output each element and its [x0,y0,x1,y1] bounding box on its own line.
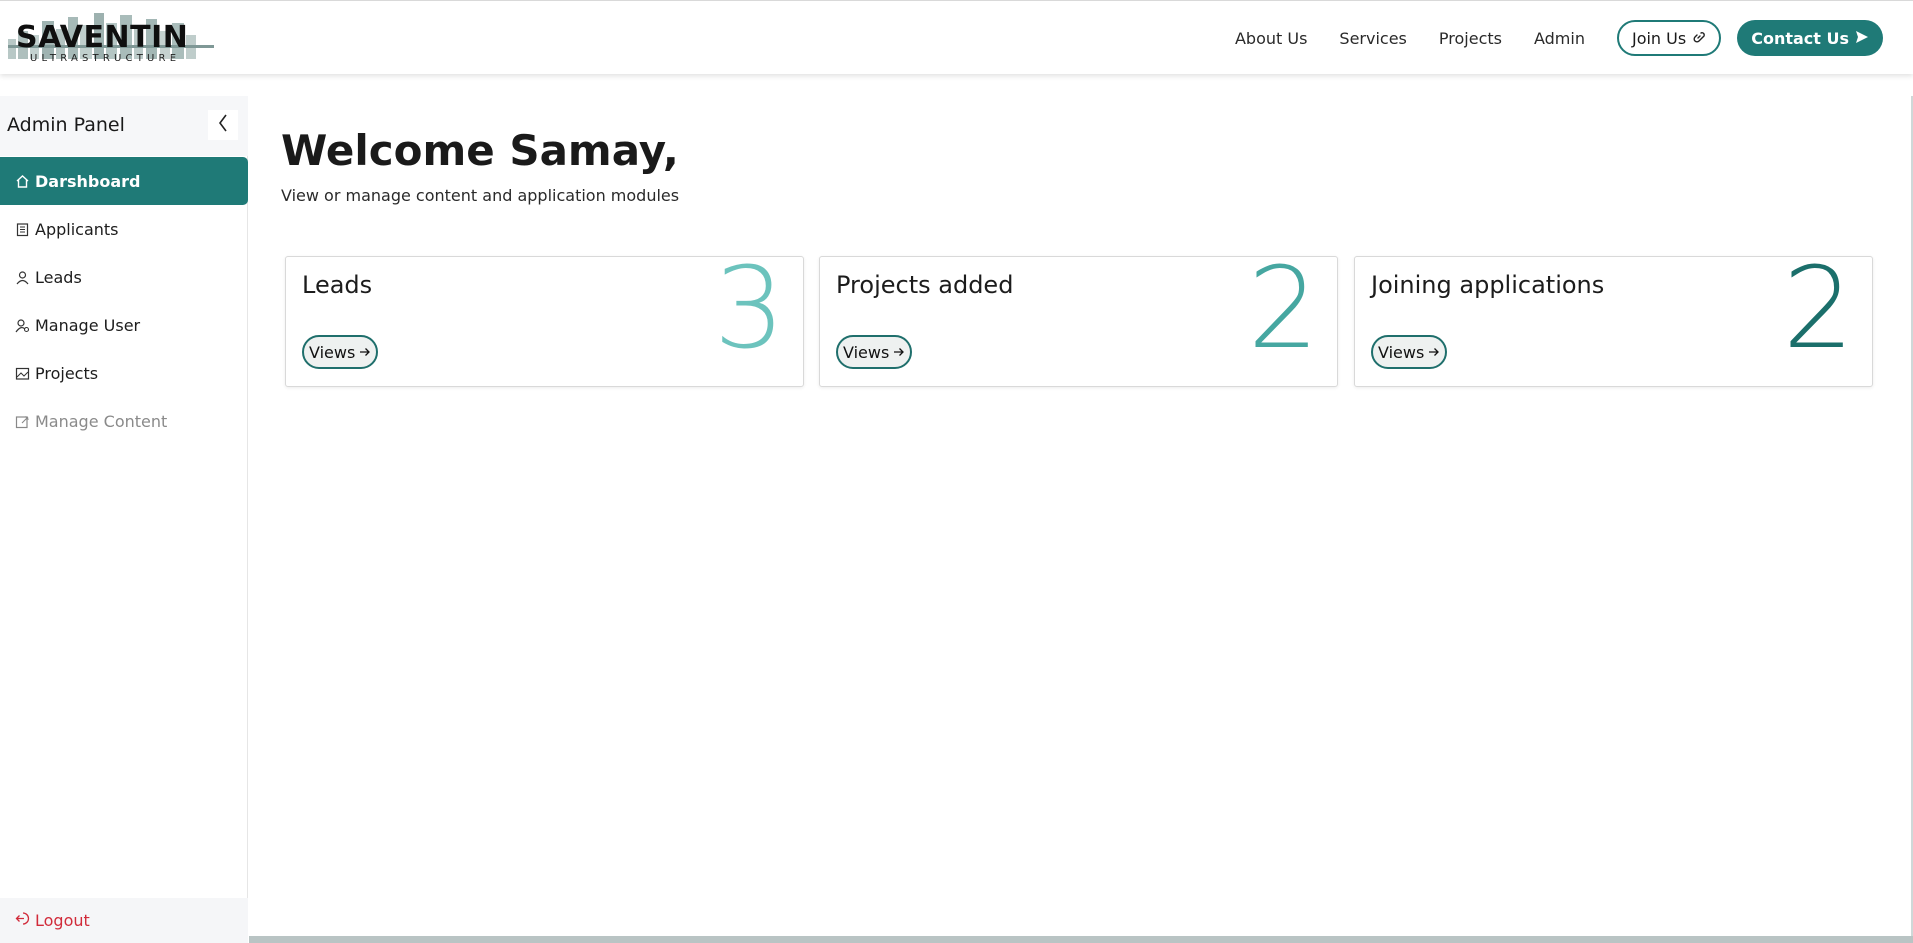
logout-button[interactable]: Logout [0,898,248,943]
sidebar-item-label: Manage User [35,315,141,335]
nav-projects[interactable]: Projects [1439,29,1502,48]
horizontal-scrollbar[interactable] [249,936,1913,943]
image-icon [15,366,30,381]
dashboard-main: Welcome Samay, View or manage content an… [249,96,1913,943]
logout-label: Logout [35,911,90,930]
chevron-left-icon [217,113,229,138]
nav-about-us[interactable]: About Us [1235,29,1307,48]
collapse-sidebar-button[interactable] [208,110,238,140]
logout-icon [15,911,30,930]
sidebar-item-manage-user[interactable]: Manage User [0,301,248,349]
sidebar-item-label: Manage Content [35,411,168,431]
sidebar-item-projects[interactable]: Projects [0,349,248,397]
arrow-right-icon [1428,343,1440,362]
welcome-prefix: Welcome [281,126,510,175]
sidebar-item-label: Applicants [35,219,119,239]
home-icon [15,174,30,189]
edit-icon [15,414,30,429]
welcome-suffix: , [662,126,679,175]
views-label: Views [1378,342,1425,362]
leads-card: Leads 3 Views [285,244,804,387]
logo-wordmark: SAVENTIN [16,20,189,55]
views-label: Views [309,342,356,362]
joining-applications-card: Joining applications 2 Views [1354,244,1873,387]
contact-us-label: Contact Us [1751,28,1849,48]
join-us-button[interactable]: Join Us [1616,20,1722,56]
sidebar-title: Admin Panel [7,114,125,136]
card-title: Leads [302,271,373,299]
sidebar-item-dashboard[interactable]: Darshboard [0,157,248,205]
clipboard-icon [15,222,30,237]
nav-admin[interactable]: Admin [1534,29,1585,48]
main-nav: About Us Services Projects Admin Join Us… [1235,20,1883,56]
sidebar-item-label: Leads [35,267,82,287]
top-navbar: SAVENTIN ULTRASTRUCTURE About Us Service… [0,0,1913,74]
applications-views-button[interactable]: Views [1371,335,1448,369]
card-count: 3 [713,244,785,374]
card-title: Joining applications [1371,271,1605,299]
leads-views-button[interactable]: Views [302,335,379,369]
brand-logo[interactable]: SAVENTIN ULTRASTRUCTURE [6,9,216,67]
send-icon [1855,29,1869,48]
sidebar-item-label: Darshboard [35,171,141,191]
sidebar-header: Admin Panel [0,96,248,156]
card-count: 2 [1247,244,1319,374]
sidebar-item-manage-content[interactable]: Manage Content [0,397,248,445]
sidebar-item-label: Projects [35,363,99,383]
link-icon [1692,29,1706,48]
arrow-right-icon [893,343,905,362]
user-gear-icon [15,318,30,333]
card-count: 2 [1782,244,1854,374]
views-label: Views [843,342,890,362]
join-us-label: Join Us [1631,28,1687,48]
nav-services[interactable]: Services [1339,29,1406,48]
projects-views-button[interactable]: Views [836,335,913,369]
user-name: Samay [509,126,663,175]
admin-sidebar: Admin Panel Darshboard Applicants Leads … [0,96,248,943]
welcome-subtitle: View or manage content and application m… [281,186,680,205]
sidebar-item-leads[interactable]: Leads [0,253,248,301]
logo-tagline: ULTRASTRUCTURE [30,53,181,64]
projects-added-card: Projects added 2 Views [819,244,1338,387]
user-icon [15,270,30,285]
welcome-heading: Welcome Samay, [281,126,679,175]
arrow-right-icon [359,343,371,362]
contact-us-button[interactable]: Contact Us [1737,20,1883,56]
card-title: Projects added [836,271,1014,299]
sidebar-item-applicants[interactable]: Applicants [0,205,248,253]
